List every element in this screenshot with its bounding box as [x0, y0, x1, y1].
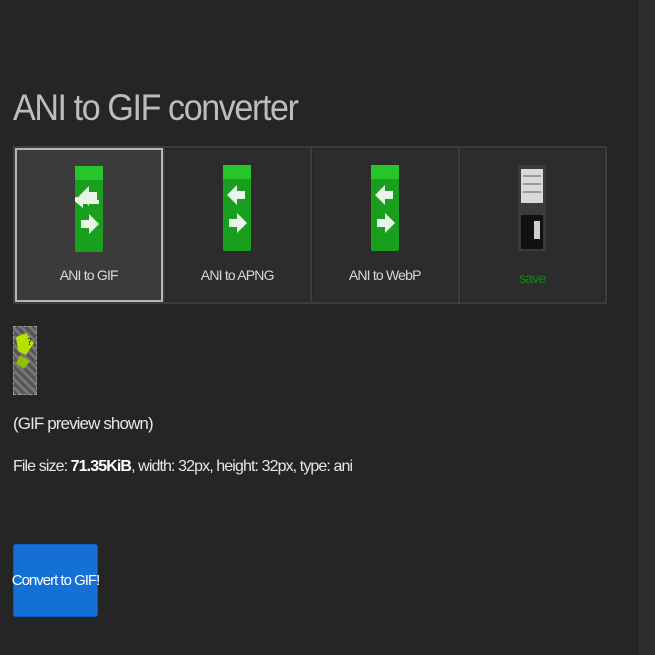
floppy-disk-icon [518, 165, 547, 251]
tool-ani-to-apng[interactable]: ANI to APNG [164, 148, 310, 302]
file-size-value: 71.35KiB [70, 458, 132, 475]
file-info: File size: 71.35KiB, width: 32px, height… [13, 458, 353, 476]
convert-arrows-icon [74, 166, 103, 252]
convert-arrows-icon [370, 165, 399, 251]
tool-label: ANI to GIF [59, 267, 119, 283]
svg-text:?: ? [27, 337, 32, 348]
tool-label: ANI to WebP [348, 267, 422, 283]
tool-ani-to-webp[interactable]: ANI to WebP [312, 148, 458, 302]
file-info-prefix: File size: [13, 458, 71, 475]
convert-arrows-icon [223, 165, 252, 251]
page-title: ANI to GIF converter [13, 86, 299, 128]
tool-label: ANI to APNG [200, 267, 275, 283]
preview-note: (GIF preview shown) [13, 414, 154, 433]
tool-label: save [519, 270, 546, 286]
tool-ani-to-gif[interactable]: ANI to GIF [15, 148, 163, 302]
convert-button[interactable]: Convert to GIF! [12, 544, 100, 617]
file-info-details: , width: 32px, height: 32px, type: ani [131, 458, 353, 475]
tool-save[interactable]: save [459, 148, 605, 302]
cursor-preview-icon: ? [16, 333, 34, 369]
gif-preview-image: ? [13, 326, 37, 395]
page-scrollbar[interactable] [639, 0, 655, 655]
tool-toolbar: ANI to GIF ANI to APNG ANI to WebP save [13, 146, 607, 304]
